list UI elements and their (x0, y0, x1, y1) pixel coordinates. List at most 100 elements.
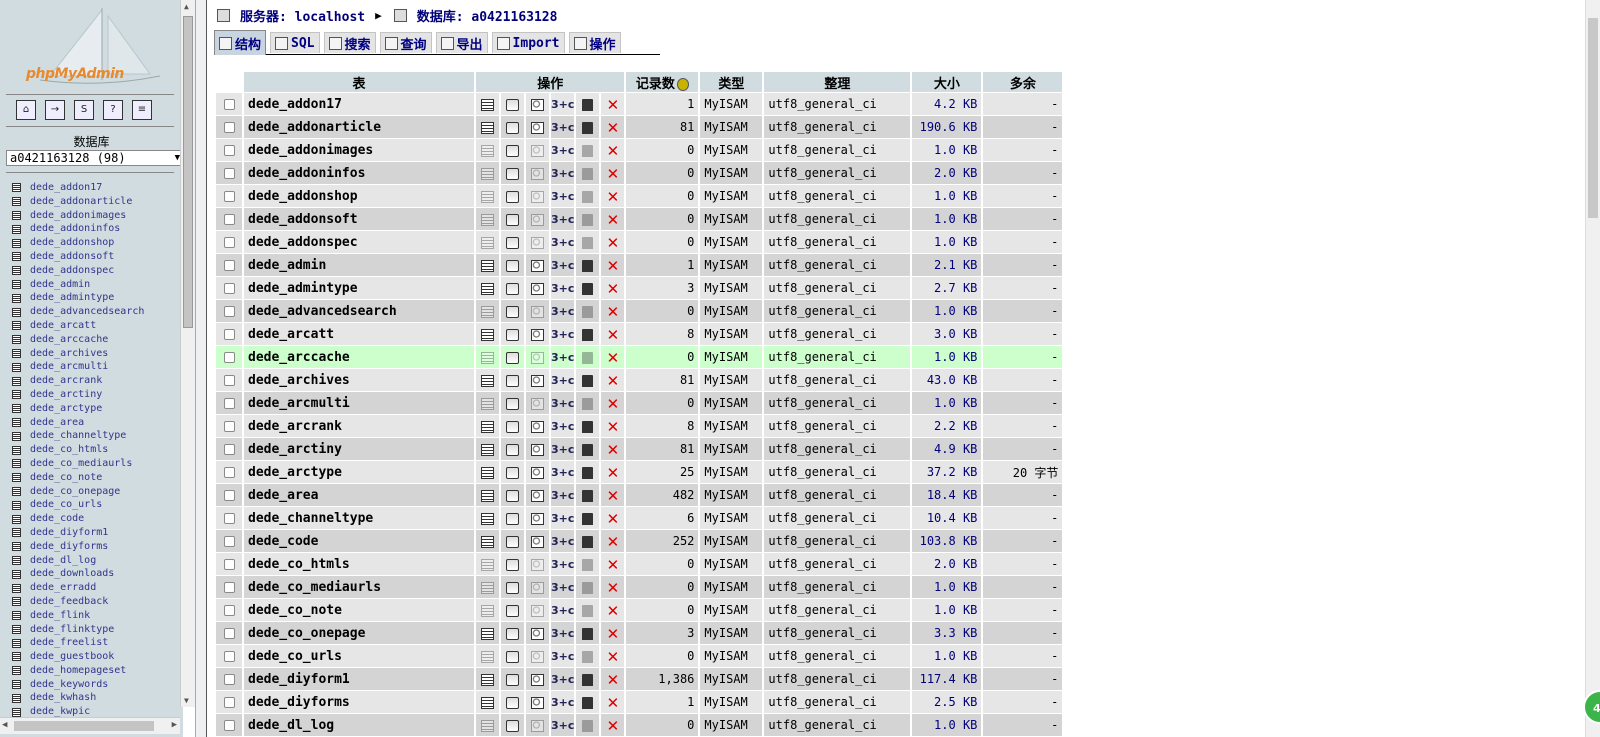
insert-icon[interactable]: 3+c (551, 167, 574, 180)
sidebar-table-item[interactable]: dede_addonimages (12, 209, 144, 223)
browse-icon[interactable] (481, 558, 494, 571)
sql-query-icon[interactable]: S (74, 100, 94, 120)
structure-icon[interactable] (506, 351, 519, 364)
table-name[interactable]: dede_co_mediaurls (244, 576, 474, 598)
sidebar-table-item[interactable]: dede_freelist (12, 636, 144, 650)
table-icon[interactable] (12, 542, 21, 552)
empty-action[interactable] (576, 392, 600, 414)
browse-icon[interactable] (481, 535, 494, 548)
empty-action[interactable] (576, 139, 600, 161)
drop-icon[interactable]: ✕ (607, 166, 620, 181)
table-name[interactable]: dede_addonspec (244, 231, 474, 253)
browse-action[interactable] (476, 484, 499, 506)
browse-action[interactable] (476, 714, 499, 736)
table-row[interactable]: dede_diyforms 3+c ✕ 1 MyISAM utf8_general_ci 2… (216, 691, 1063, 713)
insert-action[interactable]: 3+c (551, 599, 575, 621)
structure-icon[interactable] (506, 121, 519, 134)
insert-action[interactable]: 3+c (551, 300, 575, 322)
drop-action[interactable]: ✕ (601, 622, 625, 644)
structure-action[interactable] (501, 484, 524, 506)
table-icon[interactable] (12, 238, 21, 248)
drop-action[interactable]: ✕ (601, 323, 625, 345)
browse-action[interactable] (476, 323, 499, 345)
insert-icon[interactable]: 3+c (551, 374, 574, 387)
table-row[interactable]: dede_admintype 3+c ✕ 3 MyISAM utf8_general_ci… (216, 277, 1063, 299)
sidebar-table-item[interactable]: dede_diyform1 (12, 526, 144, 540)
table-row[interactable]: dede_addonimages 3+c ✕ 0 MyISAM utf8_general_… (216, 139, 1063, 161)
search-action[interactable] (526, 369, 549, 391)
structure-icon[interactable] (506, 443, 519, 456)
table-icon[interactable] (12, 583, 21, 593)
insert-action[interactable]: 3+c (551, 208, 575, 230)
table-size[interactable]: 1.0 KB (912, 392, 982, 414)
table-row[interactable]: dede_advancedsearch 3+c ✕ 0 MyISAM utf8_gener… (216, 300, 1063, 322)
search-icon[interactable] (531, 374, 544, 387)
search-action[interactable] (526, 599, 549, 621)
empty-action[interactable] (576, 300, 600, 322)
empty-icon[interactable] (582, 466, 594, 479)
sidebar-table-item[interactable]: dede_co_htmls (12, 443, 144, 457)
table-icon[interactable] (12, 680, 21, 690)
search-action[interactable] (526, 277, 549, 299)
sidebar-table-label[interactable]: dede_admintype (30, 291, 114, 305)
drop-action[interactable]: ✕ (601, 116, 625, 138)
insert-action[interactable]: 3+c (551, 392, 575, 414)
structure-icon[interactable] (506, 581, 519, 594)
tab-sql[interactable]: SQL (270, 32, 320, 53)
tab-query[interactable]: 查询 (379, 32, 432, 53)
empty-action[interactable] (576, 438, 600, 460)
table-icon[interactable] (12, 445, 21, 455)
structure-action[interactable] (501, 392, 524, 414)
drop-action[interactable]: ✕ (601, 645, 625, 667)
table-size[interactable]: 2.1 KB (912, 254, 982, 276)
sidebar-table-item[interactable]: dede_dl_log (12, 554, 144, 568)
empty-action[interactable] (576, 323, 600, 345)
structure-icon[interactable] (506, 466, 519, 479)
sidebar-table-label[interactable]: dede_code (30, 512, 84, 526)
browse-icon[interactable] (481, 236, 494, 249)
table-icon[interactable] (12, 307, 21, 317)
search-action[interactable] (526, 139, 549, 161)
browse-action[interactable] (476, 346, 499, 368)
insert-icon[interactable]: 3+c (551, 512, 574, 525)
sidebar-table-label[interactable]: dede_addonspec (30, 264, 114, 278)
table-icon[interactable] (12, 183, 21, 193)
row-checkbox[interactable] (223, 490, 235, 501)
browse-action[interactable] (476, 277, 499, 299)
table-size[interactable]: 18.4 KB (912, 484, 982, 506)
sidebar-table-item[interactable]: dede_co_note (12, 471, 144, 485)
header-table[interactable]: 表 (244, 72, 474, 92)
drop-action[interactable]: ✕ (601, 277, 625, 299)
table-row[interactable]: dede_addon17 3+c ✕ 1 MyISAM utf8_general_ci 4.… (216, 93, 1063, 115)
table-icon[interactable] (12, 293, 21, 303)
empty-icon[interactable] (582, 282, 594, 295)
empty-action[interactable] (576, 116, 600, 138)
structure-icon[interactable] (506, 650, 519, 663)
browse-action[interactable] (476, 300, 499, 322)
sidebar-table-label[interactable]: dede_arctiny (30, 388, 102, 402)
search-action[interactable] (526, 231, 549, 253)
drop-action[interactable]: ✕ (601, 346, 625, 368)
structure-icon[interactable] (506, 397, 519, 410)
table-icon[interactable] (12, 224, 21, 234)
search-action[interactable] (526, 714, 549, 736)
row-checkbox[interactable] (223, 651, 235, 662)
browse-action[interactable] (476, 645, 499, 667)
search-icon[interactable] (531, 236, 544, 249)
empty-action[interactable] (576, 277, 600, 299)
structure-icon[interactable] (506, 604, 519, 617)
table-name[interactable]: dede_dl_log (244, 714, 474, 736)
insert-icon[interactable]: 3+c (551, 673, 574, 686)
structure-action[interactable] (501, 139, 524, 161)
scroll-right-icon[interactable]: ▶ (172, 720, 177, 730)
insert-icon[interactable]: 3+c (551, 190, 574, 203)
browse-icon[interactable] (481, 282, 494, 295)
table-name[interactable]: dede_arcrank (244, 415, 474, 437)
table-name[interactable]: dede_addoninfos (244, 162, 474, 184)
search-action[interactable] (526, 576, 549, 598)
drop-icon[interactable]: ✕ (607, 718, 620, 733)
insert-action[interactable]: 3+c (551, 507, 575, 529)
insert-action[interactable]: 3+c (551, 231, 575, 253)
logo-text[interactable]: phpMyAdmin (26, 66, 124, 82)
table-name[interactable]: dede_co_note (244, 599, 474, 621)
